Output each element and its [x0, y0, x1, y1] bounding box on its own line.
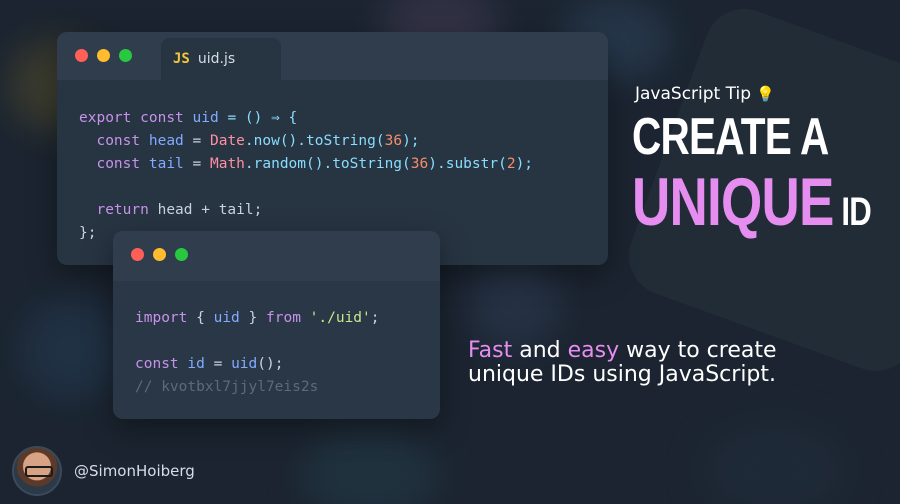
minimize-dot-icon[interactable] [153, 248, 166, 261]
minimize-dot-icon[interactable] [97, 49, 110, 62]
window-controls [131, 248, 188, 261]
code-block-uid: export const uid = () ⇒ { const head = D… [79, 110, 534, 241]
close-dot-icon[interactable] [75, 49, 88, 62]
headline: CREATE A UNIQUE ID [632, 110, 900, 236]
maximize-dot-icon[interactable] [119, 49, 132, 62]
file-tab-uid-js[interactable]: JS uid.js [161, 38, 281, 80]
window-controls [75, 49, 132, 62]
lightbulb-icon: 💡 [756, 85, 776, 103]
headline-line1: CREATE A [632, 108, 829, 166]
author-handle[interactable]: @SimonHoiberg [74, 462, 195, 480]
code-block-usage: import { uid } from './uid'; const id = … [135, 310, 380, 395]
file-tab-label: uid.js [197, 51, 236, 67]
tip-label: JavaScript Tip 💡 [635, 84, 776, 104]
description: Fast and easy way to create unique IDs u… [468, 338, 777, 387]
code-window-usage: import { uid } from './uid'; const id = … [113, 231, 440, 419]
author: @SimonHoiberg [12, 446, 195, 496]
headline-line2: UNIQUE ID [632, 168, 872, 236]
close-dot-icon[interactable] [131, 248, 144, 261]
headline-id: ID [841, 190, 872, 234]
js-file-icon: JS [173, 51, 190, 67]
avatar [12, 446, 62, 496]
window-titlebar [57, 32, 608, 80]
headline-highlight: UNIQUE [632, 164, 834, 240]
maximize-dot-icon[interactable] [175, 248, 188, 261]
